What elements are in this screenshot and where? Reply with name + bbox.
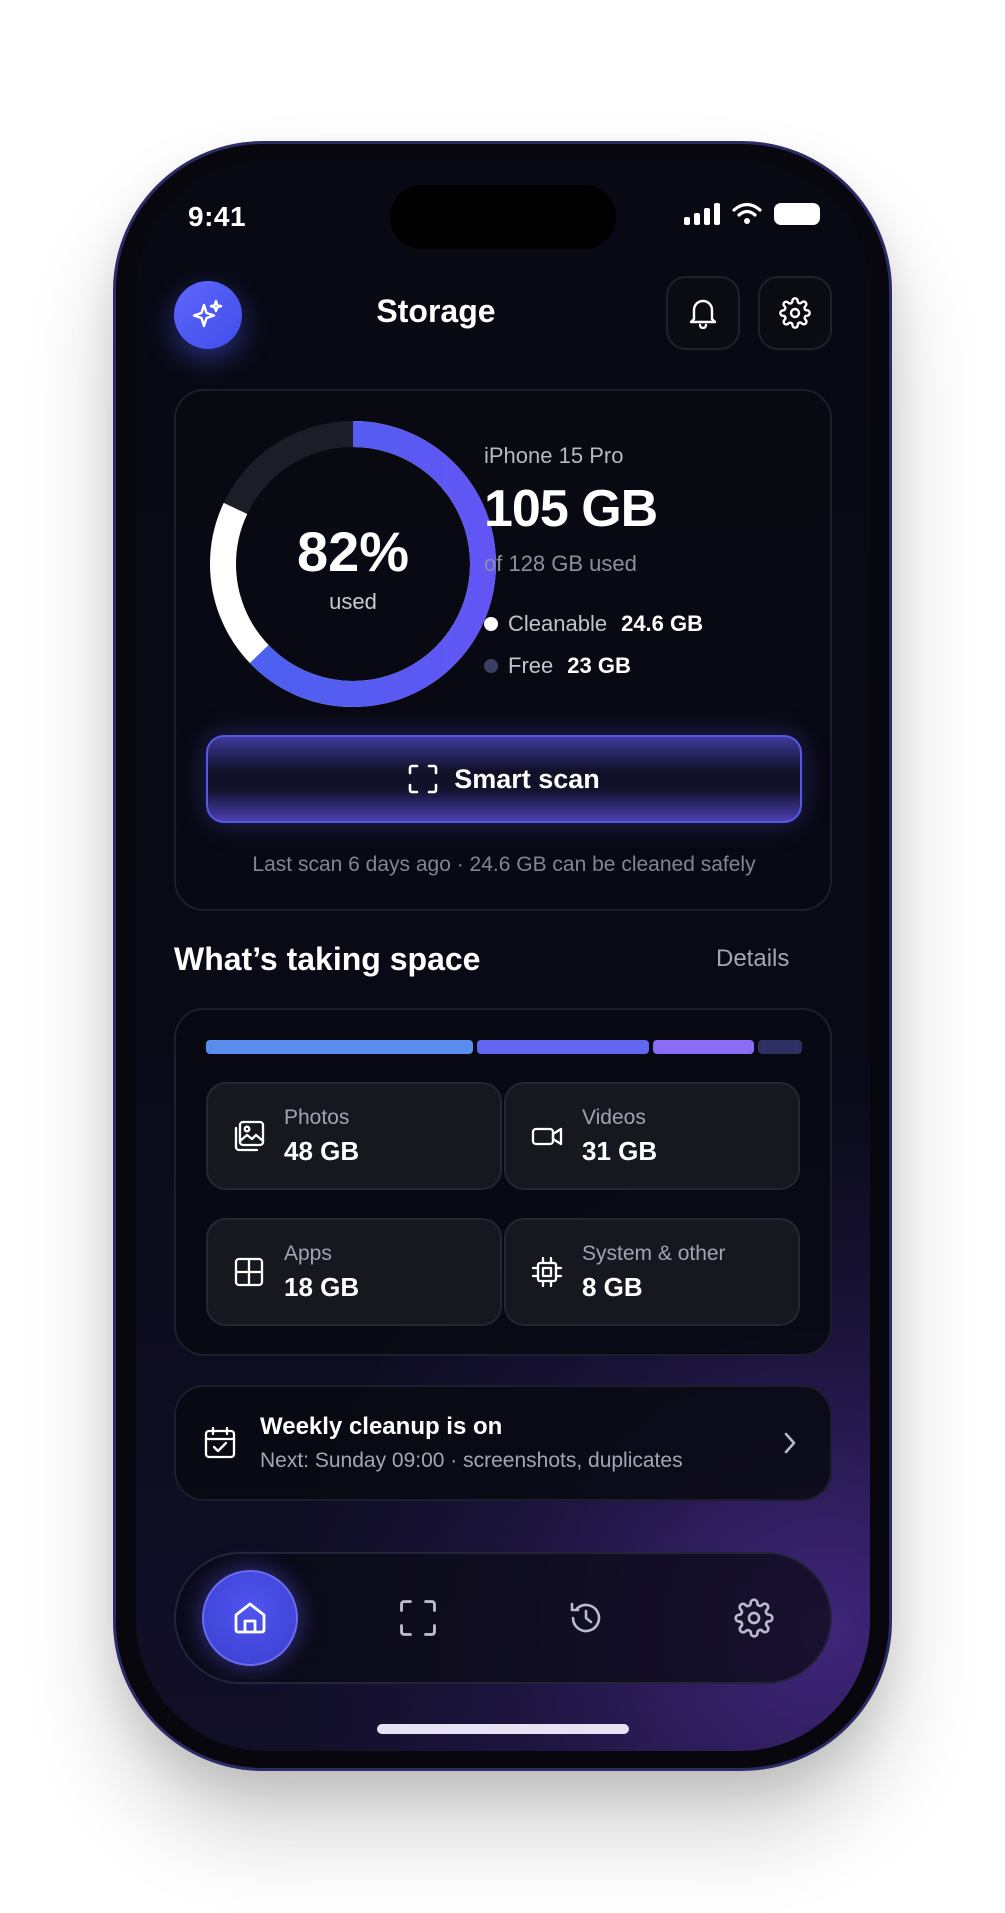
tab-history[interactable] bbox=[538, 1570, 634, 1666]
tile-value: 31 GB bbox=[582, 1135, 658, 1166]
scan-icon bbox=[408, 764, 438, 794]
usage-segment-system-other bbox=[757, 1040, 802, 1054]
details-link[interactable]: Details bbox=[716, 945, 789, 973]
gear-icon bbox=[779, 297, 811, 329]
cleanable-dot bbox=[484, 617, 498, 631]
weekly-cleanup-card[interactable]: Weekly cleanup is on Next: Sunday 09:00 … bbox=[174, 1385, 832, 1501]
storage-card: 82% used iPhone 15 Pro 105 GB of 128 GB … bbox=[174, 389, 832, 911]
photos-icon bbox=[234, 1120, 265, 1152]
history-icon bbox=[570, 1602, 601, 1633]
status-icons bbox=[684, 201, 820, 227]
usage-segment-photos bbox=[206, 1040, 473, 1054]
section-title: What’s taking space bbox=[174, 941, 481, 977]
usage-bar bbox=[206, 1040, 802, 1054]
tile-value: 48 GB bbox=[284, 1135, 360, 1166]
used-percent: 82% bbox=[296, 520, 410, 583]
wifi-icon bbox=[732, 202, 762, 224]
calendar-check-icon bbox=[204, 1426, 236, 1459]
tile-photos[interactable]: Photos 48 GB bbox=[206, 1082, 502, 1190]
dynamic-island bbox=[390, 185, 616, 249]
signal-icon bbox=[684, 203, 720, 225]
cleanable-label: Cleanable bbox=[508, 611, 608, 636]
notifications-button[interactable] bbox=[666, 276, 740, 350]
bell-icon bbox=[689, 299, 717, 329]
settings-button[interactable] bbox=[758, 276, 832, 350]
sparkle-icon bbox=[192, 299, 223, 328]
free-dot bbox=[484, 659, 498, 673]
scan-icon bbox=[400, 1600, 436, 1636]
weekly-title: Weekly cleanup is on bbox=[260, 1413, 503, 1440]
tab-settings[interactable] bbox=[706, 1570, 802, 1666]
app-screen: 9:41 Storage 82% used iPhone 15 Pro 105 … bbox=[136, 161, 870, 1751]
tile-label: Apps bbox=[284, 1241, 332, 1265]
total-capacity: of 128 GB used bbox=[484, 551, 637, 576]
usage-segment-videos bbox=[476, 1040, 650, 1054]
tile-value: 8 GB bbox=[582, 1271, 643, 1302]
tile-videos[interactable]: Videos 31 GB bbox=[504, 1082, 800, 1190]
page-title: Storage bbox=[376, 293, 496, 329]
smart-scan-label: Smart scan bbox=[454, 763, 600, 794]
tile-system[interactable]: System & other 8 GB bbox=[504, 1218, 800, 1326]
video-camera-icon bbox=[531, 1127, 563, 1146]
status-time: 9:41 bbox=[188, 201, 247, 232]
tile-apps[interactable]: Apps 18 GB bbox=[206, 1218, 502, 1326]
home-indicator[interactable] bbox=[377, 1724, 629, 1734]
tab-bar bbox=[174, 1552, 832, 1684]
tile-label: Photos bbox=[284, 1105, 350, 1129]
apps-grid-icon bbox=[234, 1257, 264, 1287]
last-scan-info: Last scan 6 days ago · 24.6 GB can be cl… bbox=[252, 853, 756, 876]
chip-icon bbox=[531, 1256, 563, 1288]
tile-label: Videos bbox=[582, 1105, 646, 1129]
legend-free: Free 23 GB bbox=[484, 653, 631, 679]
chevron-right-icon bbox=[784, 1432, 796, 1454]
settings-icon bbox=[734, 1598, 774, 1638]
ai-sparkle-button[interactable] bbox=[174, 281, 242, 349]
weekly-subtitle: Next: Sunday 09:00 · screenshots, duplic… bbox=[260, 1449, 683, 1472]
usage-segment-apps bbox=[653, 1040, 754, 1054]
used-caption: used bbox=[329, 589, 377, 614]
cleanable-value: 24.6 GB bbox=[621, 611, 704, 636]
tile-value: 18 GB bbox=[284, 1271, 360, 1302]
smart-scan-button[interactable]: Smart scan bbox=[206, 735, 802, 823]
tab-home[interactable] bbox=[202, 1570, 298, 1666]
legend-cleanable: Cleanable 24.6 GB bbox=[484, 611, 703, 637]
tile-label: System & other bbox=[582, 1241, 726, 1265]
free-label: Free bbox=[508, 653, 554, 678]
free-value: 23 GB bbox=[567, 653, 631, 678]
tab-scan[interactable] bbox=[370, 1570, 466, 1666]
device-name: iPhone 15 Pro bbox=[484, 443, 624, 468]
used-amount: 105 GB bbox=[484, 480, 658, 538]
home-icon bbox=[234, 1602, 266, 1634]
battery-icon bbox=[774, 203, 820, 225]
space-breakdown-card: Photos 48 GB Videos 31 GB Apps 18 GB Sys… bbox=[174, 1008, 832, 1356]
